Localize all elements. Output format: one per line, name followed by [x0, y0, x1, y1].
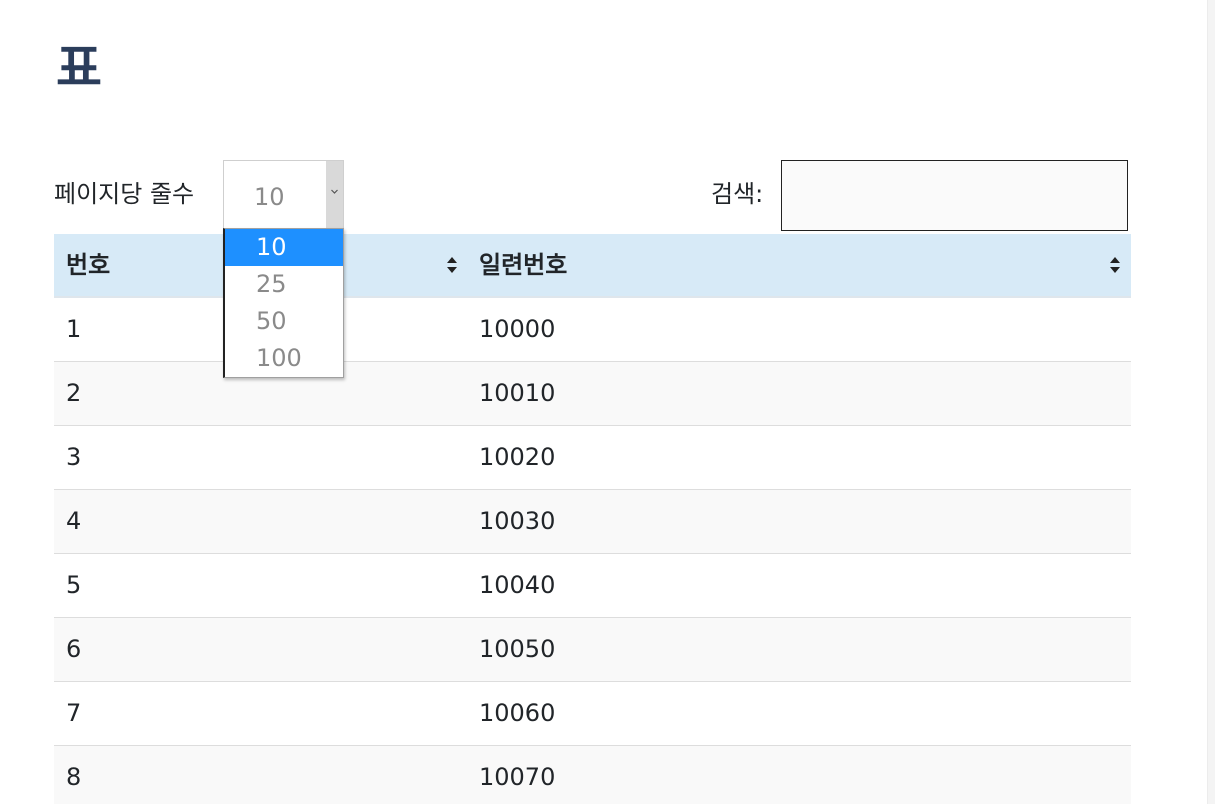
table-row: 8 10070	[54, 746, 1131, 804]
cell-number: 5	[66, 571, 82, 599]
cell-serial: 10040	[479, 571, 556, 599]
cell-number: 7	[66, 699, 82, 727]
cell-number: 4	[66, 507, 82, 535]
sort-both-icon[interactable]	[446, 256, 458, 274]
data-table: 번호 일련번호 1 10000 2 10010 3 10020 4 10030	[54, 234, 1131, 804]
page-length-option[interactable]: 10	[225, 229, 343, 266]
cell-number: 2	[66, 379, 82, 407]
page: 표 페이지당 줄수 10 10 25 50 100 검색: 번호 일련번호 1 …	[0, 0, 1215, 804]
sort-both-icon[interactable]	[1109, 256, 1121, 274]
cell-number: 1	[66, 315, 82, 343]
column-header-serial[interactable]: 일련번호	[479, 234, 1119, 296]
page-length-selected-value: 10	[254, 183, 285, 211]
page-length-select[interactable]: 10	[223, 160, 344, 230]
page-length-option[interactable]: 25	[225, 266, 343, 303]
table-header: 번호 일련번호	[54, 234, 1131, 298]
select-arrow-button[interactable]	[326, 161, 343, 229]
cell-serial: 10060	[479, 699, 556, 727]
cell-number: 8	[66, 763, 82, 791]
page-length-dropdown[interactable]: 10 25 50 100	[223, 228, 344, 378]
cell-serial: 10020	[479, 443, 556, 471]
table-row: 1 10000	[54, 298, 1131, 362]
page-length-label: 페이지당 줄수	[54, 180, 195, 208]
table-row: 3 10020	[54, 426, 1131, 490]
cell-serial: 10010	[479, 379, 556, 407]
search-label: 검색:	[711, 180, 764, 208]
cell-serial: 10030	[479, 507, 556, 535]
cell-number: 6	[66, 635, 82, 663]
table-row: 7 10060	[54, 682, 1131, 746]
page-title: 표	[56, 39, 102, 97]
chevron-down-icon	[331, 189, 338, 194]
scrollbar-track[interactable]	[1207, 0, 1215, 804]
page-length-option[interactable]: 100	[225, 340, 343, 377]
table-row: 5 10040	[54, 554, 1131, 618]
cell-number: 3	[66, 443, 82, 471]
cell-serial: 10000	[479, 315, 556, 343]
page-length-option[interactable]: 50	[225, 303, 343, 340]
cell-serial: 10070	[479, 763, 556, 791]
search-input[interactable]	[781, 160, 1128, 231]
cell-serial: 10050	[479, 635, 556, 663]
table-row: 2 10010	[54, 362, 1131, 426]
table-row: 6 10050	[54, 618, 1131, 682]
table-row: 4 10030	[54, 490, 1131, 554]
